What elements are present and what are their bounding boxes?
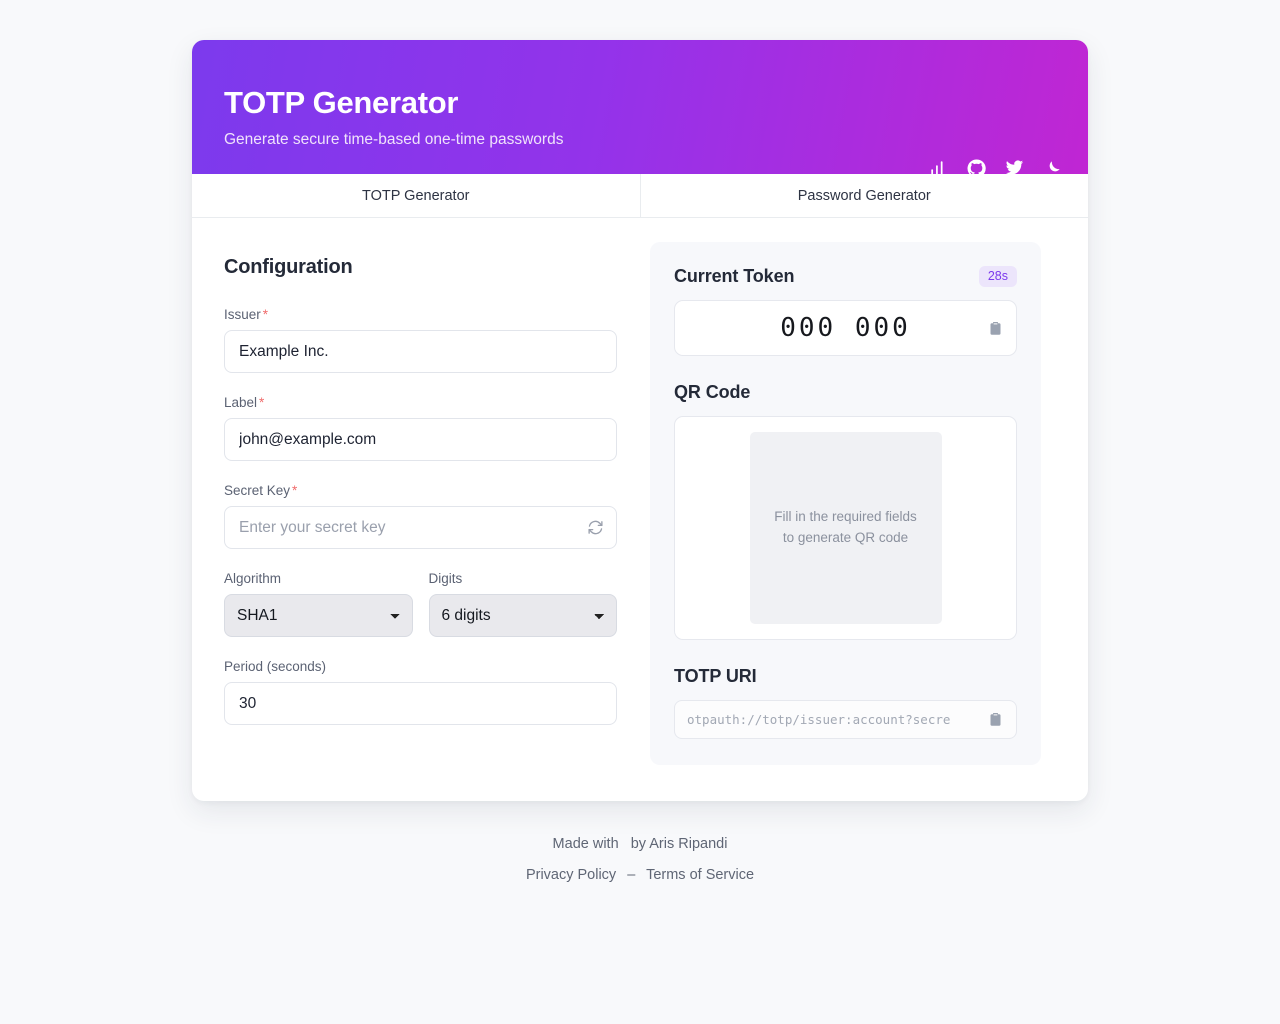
privacy-policy-link[interactable]: Privacy Policy [526, 867, 616, 883]
main-card: TOTP Generator Generate secure time-base… [192, 40, 1088, 801]
required-marker: * [292, 483, 298, 498]
algorithm-select[interactable]: SHA1 [224, 594, 413, 637]
app-page: TOTP Generator Generate secure time-base… [0, 0, 1280, 1024]
totp-uri-title: TOTP URI [674, 666, 757, 686]
issuer-field-group: Issuer * [224, 307, 617, 373]
github-icon[interactable] [966, 158, 986, 178]
totp-uri-value: otpauth://totp/issuer:account?secre [687, 712, 951, 727]
configuration-title: Configuration [224, 256, 353, 278]
period-input[interactable] [224, 682, 617, 725]
countdown-badge: 28s [978, 266, 1017, 287]
twitter-icon[interactable] [1004, 158, 1024, 178]
tab-password-generator[interactable]: Password Generator [639, 174, 1088, 217]
footer-links: Privacy Policy – Terms of Service [0, 867, 1280, 883]
secret-key-label-text: Secret Key [224, 483, 291, 498]
card-body: Configuration Issuer* Label* Secret Key [192, 218, 1088, 801]
token-display: 000 000 [674, 300, 1017, 356]
refresh-icon[interactable] [585, 518, 605, 538]
label-field-group: Label * [224, 395, 617, 461]
page-title: TOTP Generator [224, 85, 459, 120]
digits-label: Digits [428, 571, 463, 586]
required-marker: * [262, 307, 269, 322]
configuration-panel: Configuration Issuer* Label* Secret Key [224, 242, 617, 747]
secret-key-label: Secret Key * [224, 483, 617, 498]
issuer-input[interactable] [224, 330, 617, 373]
current-token-header: Current Token 28s [674, 266, 1017, 287]
label-label: Label * [224, 395, 617, 410]
algorithm-digits-row: Algorithm SHA1 Digits 6 digits [224, 571, 617, 637]
algorithm-label: Algorithm [224, 571, 282, 586]
digits-select[interactable]: 6 digits [428, 594, 617, 637]
clipboard-icon[interactable] [985, 318, 1005, 338]
tab-totp-generator[interactable]: TOTP Generator [192, 174, 640, 217]
totp-uri-box[interactable]: otpauth://totp/issuer:account?secre [674, 700, 1017, 739]
label-input[interactable] [224, 418, 617, 461]
page-footer: Made with by Aris Ripandi Privacy Policy… [0, 836, 1280, 883]
token-value: 000 000 [780, 313, 911, 343]
clipboard-icon[interactable] [985, 710, 1005, 730]
footer-separator: – [627, 867, 636, 883]
label-label-text: Label [224, 395, 258, 410]
qr-code-frame: Fill in the required fields to generate … [674, 416, 1017, 640]
required-marker: * [259, 395, 265, 410]
qr-placeholder-text: Fill in the required fields to generate … [749, 432, 942, 624]
secret-key-field-group: Secret Key * [224, 483, 617, 549]
terms-of-service-link[interactable]: Terms of Service [646, 867, 754, 883]
issuer-label: Issuer * [224, 307, 617, 322]
tab-bar: TOTP Generator Password Generator [192, 174, 1088, 218]
issuer-label-text: Issuer [224, 307, 261, 322]
footer-credit: Made with by Aris Ripandi [552, 836, 728, 852]
result-panel: Current Token 28s 000 000 QR Code Fill i… [650, 242, 1041, 765]
moon-icon[interactable] [1042, 158, 1062, 178]
algorithm-field-group: Algorithm SHA1 [224, 571, 413, 637]
analytics-icon[interactable] [928, 158, 948, 178]
page-subtitle: Generate secure time-based one-time pass… [224, 131, 564, 149]
digits-field-group: Digits 6 digits [428, 571, 617, 637]
period-label: Period (seconds) [224, 659, 327, 674]
secret-key-input[interactable] [224, 506, 617, 549]
period-field-group: Period (seconds) [224, 659, 617, 725]
secret-key-input-wrap [224, 506, 617, 549]
qr-code-title: QR Code [674, 382, 751, 402]
header-icon-group [928, 158, 1062, 178]
current-token-title: Current Token [674, 266, 795, 286]
app-header: TOTP Generator Generate secure time-base… [192, 40, 1088, 177]
